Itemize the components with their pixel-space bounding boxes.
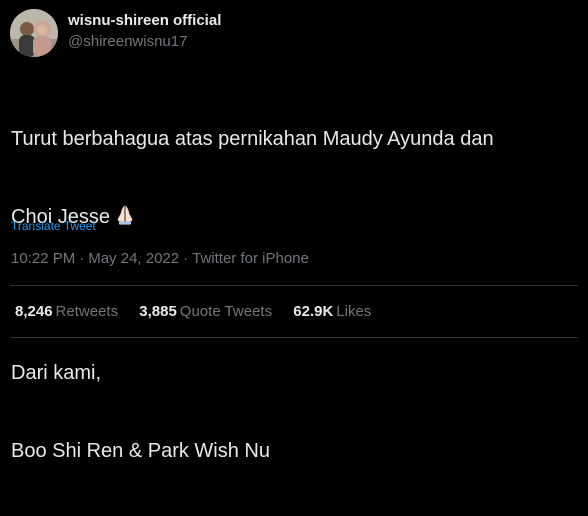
divider: [10, 285, 578, 286]
folded-hands-icon: [114, 204, 136, 233]
likes-stat[interactable]: 62.9K Likes: [293, 303, 371, 320]
likes-count: 62.9K: [293, 303, 334, 320]
quote-tweets-count: 3,885: [139, 303, 177, 320]
avatar[interactable]: [10, 9, 58, 57]
translate-tweet-link[interactable]: Translate Tweet: [11, 219, 96, 233]
tweet-time[interactable]: 10:22 PM: [11, 250, 75, 267]
meta-separator: ·: [79, 250, 85, 267]
tweet-stats: 8,246 Retweets 3,885 Quote Tweets 62.9K Lik…: [15, 303, 388, 320]
tweet-line: Turut berbahagua atas pernikahan Maudy A…: [11, 128, 494, 150]
divider: [10, 337, 578, 338]
meta-separator: ·: [183, 250, 189, 267]
tweet-date[interactable]: May 24, 2022: [88, 250, 179, 267]
retweets-count: 8,246: [15, 303, 53, 320]
tweet-line: Choi Jesse: [11, 204, 579, 230]
retweets-label: Retweets: [55, 303, 119, 320]
display-name[interactable]: wisnu-shireen official: [68, 12, 221, 29]
user-handle[interactable]: @shireenwisnu17: [68, 33, 187, 50]
tweet-text: Turut berbahagua atas pernikahan Maudy A…: [11, 74, 579, 516]
quote-tweets-stat[interactable]: 3,885 Quote Tweets: [139, 303, 272, 320]
tweet-meta: 10:22 PM · May 24, 2022 · Twitter for iPhone: [11, 250, 309, 267]
tweet-line: Dari kami,: [11, 362, 102, 384]
tweet-source[interactable]: Twitter for iPhone: [192, 250, 309, 267]
retweets-stat[interactable]: 8,246 Retweets: [15, 303, 118, 320]
tweet-line: Boo Shi Ren & Park Wish Nu: [11, 440, 270, 462]
quote-tweets-label: Quote Tweets: [179, 303, 273, 320]
tweet-card: wisnu-shireen official @shireenwisnu17 T…: [0, 0, 588, 462]
profile-photo-icon: [10, 9, 58, 57]
likes-label: Likes: [336, 303, 372, 320]
